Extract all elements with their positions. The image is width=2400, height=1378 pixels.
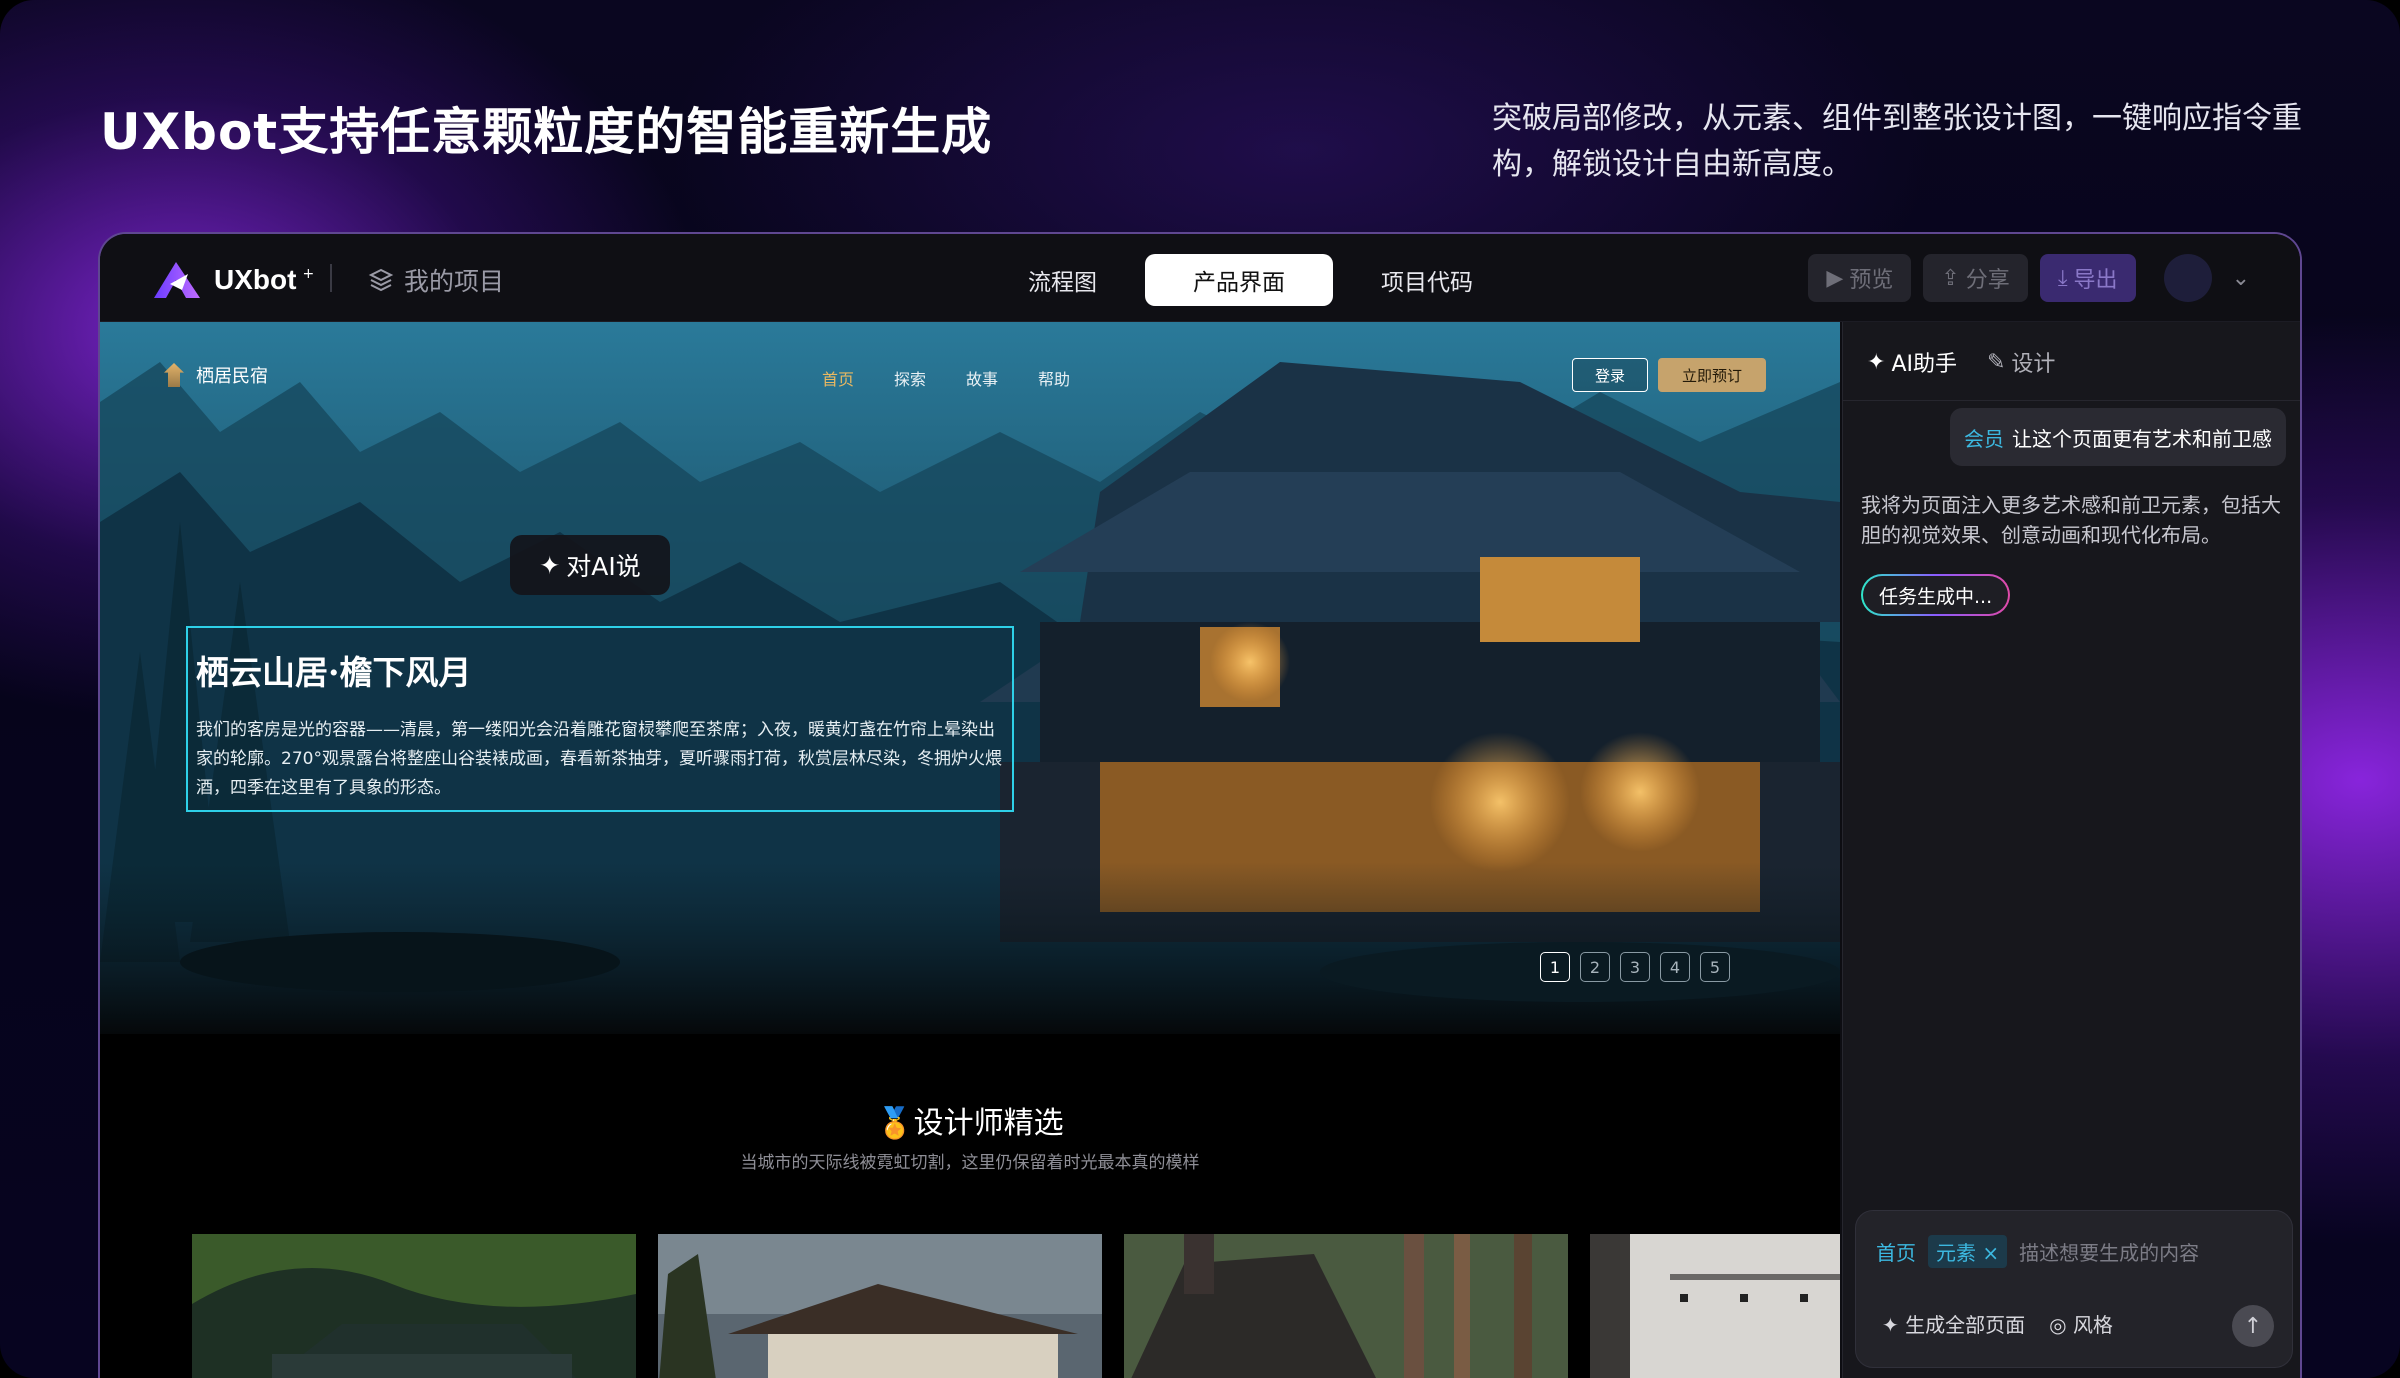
medal-icon: 🏅: [876, 1106, 914, 1141]
card-image: [192, 1234, 636, 1378]
carousel-pager: 1 2 3 4 5: [1540, 952, 1730, 982]
prompt-composer: 首页 元素 × 描述想要生成的内容 ✦ 生成全部页面 ◎ 风格 ↑: [1855, 1210, 2293, 1368]
sparkle-icon: ✦: [1867, 349, 1886, 375]
top-bar: UXbot + 我的项目 流程图 产品界面 项目代码 ▶ 预览 ⇪ 分享 ⤓ 导…: [100, 234, 2300, 322]
marketing-canvas: UXbot支持任意颗粒度的智能重新生成 突破局部修改，从元素、组件到整张设计图，…: [0, 0, 2400, 1378]
app-window: UXbot + 我的项目 流程图 产品界面 项目代码 ▶ 预览 ⇪ 分享 ⤓ 导…: [98, 232, 2302, 1378]
logo-icon: [154, 262, 200, 298]
ask-ai-label: 对AI说: [566, 552, 641, 581]
card-image: [1124, 1234, 1568, 1378]
ai-side-panel: ✦ AI助手 ✎ 设计 会员 让这个页面更有艺术和前卫感 我将为页面注入更多艺术…: [1842, 322, 2300, 1378]
section-title: 🏅设计师精选: [100, 1098, 1840, 1142]
subline: 突破局部修改，从元素、组件到整张设计图，一键响应指令重构，解锁设计自由新高度。: [1492, 101, 2302, 182]
section-title-label: 设计师精选: [913, 1106, 1064, 1141]
share-icon: ⇪: [1941, 265, 1960, 291]
featured-card[interactable]: [192, 1234, 636, 1378]
pager-item[interactable]: 3: [1620, 952, 1650, 982]
tab-product-ui[interactable]: 产品界面: [1145, 254, 1333, 306]
design-preview: 栖居民宿 首页 探索 故事 帮助 登录 立即预订 ✦ 对AI说 栖云山居·檐下风…: [100, 322, 1840, 1378]
preview-button[interactable]: ▶ 预览: [1808, 254, 1912, 302]
assistant-message: 我将为页面注入更多艺术感和前卫元素，包括大胆的视觉效果、创意动画和现代化布局。: [1861, 493, 2281, 547]
house-icon: [164, 363, 184, 387]
close-icon[interactable]: ×: [1982, 1241, 1999, 1265]
app-logo[interactable]: UXbot +: [150, 260, 314, 300]
site-links: 首页 探索 故事 帮助: [822, 366, 1070, 390]
tab-design[interactable]: ✎ 设计: [1987, 346, 2055, 378]
site-nav-explore[interactable]: 探索: [894, 366, 926, 390]
site-nav-home[interactable]: 首页: [822, 366, 854, 390]
site-nav-story[interactable]: 故事: [966, 366, 998, 390]
hero-body: 我们的客房是光的容器——清晨，第一缕阳光会沿着雕花窗棂攀爬至茶席；入夜，暖黄灯盏…: [196, 720, 1002, 798]
site-nav: 栖居民宿 首页 探索 故事 帮助 登录 立即预订: [100, 322, 1840, 432]
member-tag: 会员: [1964, 426, 2004, 451]
featured-card[interactable]: [1590, 1234, 1840, 1378]
pager-item[interactable]: 2: [1580, 952, 1610, 982]
export-label: 导出: [2073, 268, 2118, 293]
play-icon: ▶: [1826, 265, 1844, 291]
my-projects-label: 我的项目: [404, 267, 505, 296]
site-book-button[interactable]: 立即预订: [1658, 358, 1766, 392]
task-status-badge: 任务生成中...: [1861, 574, 2010, 616]
context-chip-page[interactable]: 首页: [1876, 1237, 1916, 1266]
style-button[interactable]: ◎ 风格: [2049, 1309, 2113, 1338]
pager-item[interactable]: 1: [1540, 952, 1570, 982]
arrow-up-icon: ↑: [2243, 1313, 2263, 1339]
card-image: [658, 1234, 1102, 1378]
site-login-button[interactable]: 登录: [1572, 358, 1648, 392]
my-projects-link[interactable]: 我的项目: [368, 262, 504, 298]
pencil-ruler-icon: ✎: [1986, 349, 2006, 375]
site-brand[interactable]: 栖居民宿: [164, 362, 268, 388]
top-actions: ▶ 预览 ⇪ 分享 ⤓ 导出 ⌄: [1808, 254, 2250, 302]
ask-ai-button[interactable]: ✦ 对AI说: [510, 535, 670, 595]
send-button[interactable]: ↑: [2232, 1305, 2274, 1347]
layers-icon: [368, 268, 394, 292]
generate-all-label: 生成全部页面: [1905, 1313, 2026, 1337]
export-button[interactable]: ⤓ 导出: [2039, 254, 2136, 302]
hero-title: 栖云山居·檐下风月: [196, 653, 472, 692]
tab-flowchart[interactable]: 流程图: [980, 254, 1145, 306]
card-row: [192, 1234, 1840, 1378]
prompt-input[interactable]: 描述想要生成的内容: [2019, 1237, 2199, 1266]
logo-sup: +: [302, 266, 315, 282]
pager-item[interactable]: 5: [1700, 952, 1730, 982]
style-label: 风格: [2072, 1313, 2113, 1337]
generate-all-button[interactable]: ✦ 生成全部页面: [1882, 1309, 2025, 1338]
site-nav-help[interactable]: 帮助: [1038, 366, 1070, 390]
context-chip-element[interactable]: 元素 ×: [1928, 1235, 2008, 1268]
section-subtitle: 当城市的天际线被霓虹切割，这里仍保留着时光最本真的模样: [740, 1153, 1200, 1173]
download-icon: ⤓: [2057, 265, 2068, 291]
avatar[interactable]: [2163, 254, 2212, 302]
panel-divider: [1843, 400, 2300, 401]
chevron-down-icon[interactable]: ⌄: [2232, 266, 2250, 291]
composer-row: 首页 元素 × 描述想要生成的内容: [1876, 1235, 2199, 1268]
sparkle-icon: ✦: [539, 550, 561, 580]
pager-item[interactable]: 4: [1660, 952, 1690, 982]
share-label: 分享: [1965, 268, 2010, 293]
context-chip-element-label: 元素: [1936, 1241, 1976, 1265]
main-tabs: 流程图 产品界面 项目代码: [980, 254, 1521, 306]
tab-ai-assistant[interactable]: ✦ AI助手: [1867, 346, 1957, 378]
card-image: [1590, 1234, 1840, 1378]
tab-ai-assistant-label: AI助手: [1891, 352, 1957, 377]
preview-label: 预览: [1849, 268, 1894, 293]
site-brand-label: 栖居民宿: [196, 366, 268, 387]
composer-actions: ✦ 生成全部页面 ◎ 风格: [1882, 1309, 2113, 1338]
tab-project-code[interactable]: 项目代码: [1333, 254, 1521, 306]
hero-section: 栖居民宿 首页 探索 故事 帮助 登录 立即预订 ✦ 对AI说 栖云山居·檐下风…: [100, 322, 1840, 1034]
user-message: 会员 让这个页面更有艺术和前卫感: [1950, 408, 2286, 466]
featured-card[interactable]: [658, 1234, 1102, 1378]
selected-element[interactable]: 栖云山居·檐下风月 我们的客房是光的容器——清晨，第一缕阳光会沿着雕花窗棂攀爬至…: [186, 626, 1014, 812]
logo-text: UXbot: [214, 264, 297, 295]
panel-tabs: ✦ AI助手 ✎ 设计: [1867, 346, 2055, 378]
featured-card[interactable]: [1124, 1234, 1568, 1378]
user-message-text: 让这个页面更有艺术和前卫感: [2012, 426, 2272, 451]
divider: [330, 264, 332, 292]
share-button[interactable]: ⇪ 分享: [1923, 254, 2028, 302]
tab-design-label: 设计: [2011, 352, 2056, 377]
headline: UXbot支持任意颗粒度的智能重新生成: [100, 103, 993, 161]
